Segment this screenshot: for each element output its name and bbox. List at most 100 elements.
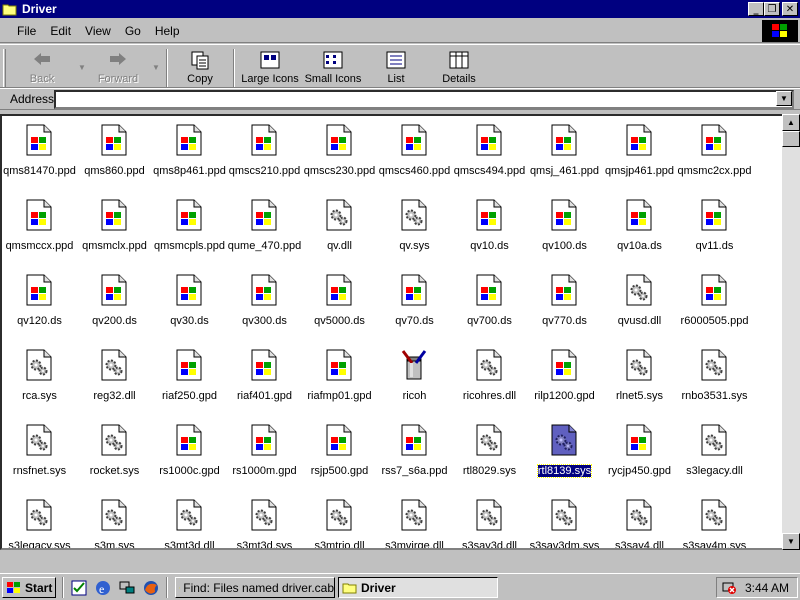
- file-item[interactable]: qume_470.ppd: [227, 199, 302, 269]
- file-item[interactable]: s3legacy.dll: [677, 424, 752, 494]
- file-item[interactable]: qv.dll: [302, 199, 377, 269]
- file-item[interactable]: qv200.ds: [77, 274, 152, 344]
- file-item[interactable]: qmscs494.ppd: [452, 124, 527, 194]
- file-item[interactable]: qmscs460.ppd: [377, 124, 452, 194]
- menu-help[interactable]: Help: [148, 24, 187, 38]
- file-item[interactable]: qv120.ds: [2, 274, 77, 344]
- file-item[interactable]: rsjp500.gpd: [302, 424, 377, 494]
- small-icons-button[interactable]: Small Icons: [302, 49, 364, 87]
- toolbar-grip[interactable]: [3, 49, 6, 87]
- task-find-files[interactable]: Find: Files named driver.cab: [175, 577, 335, 598]
- file-item[interactable]: qmsmcpls.ppd: [152, 199, 227, 269]
- menu-edit[interactable]: Edit: [43, 24, 78, 38]
- file-item[interactable]: qmscs230.ppd: [302, 124, 377, 194]
- file-item[interactable]: ricoh: [377, 349, 452, 419]
- back-button[interactable]: Back: [10, 49, 74, 87]
- close-button[interactable]: ✕: [782, 2, 798, 16]
- file-item[interactable]: rss7_s6a.ppd: [377, 424, 452, 494]
- file-item[interactable]: qv10a.ds: [602, 199, 677, 269]
- file-item[interactable]: rocket.sys: [77, 424, 152, 494]
- gear-file-icon: [551, 424, 577, 456]
- file-item[interactable]: s3sav4m.sys: [677, 499, 752, 548]
- file-item[interactable]: rilp1200.gpd: [527, 349, 602, 419]
- file-name: riaf250.gpd: [161, 390, 218, 402]
- network-status-icon[interactable]: [721, 581, 737, 595]
- firefox-icon[interactable]: [142, 579, 160, 597]
- file-item[interactable]: s3sav3d.dll: [452, 499, 527, 548]
- menu-file[interactable]: File: [10, 24, 43, 38]
- file-item[interactable]: rs1000m.gpd: [227, 424, 302, 494]
- scroll-thumb[interactable]: [782, 131, 800, 147]
- large-icons-button[interactable]: Large Icons: [238, 49, 302, 87]
- file-list-view[interactable]: qms81470.ppd qms860.ppd qms8p461.ppd qmscs2…: [0, 114, 782, 550]
- file-item[interactable]: rnsfnet.sys: [2, 424, 77, 494]
- file-item[interactable]: s3mvirge.dll: [377, 499, 452, 548]
- details-button[interactable]: Details: [428, 49, 490, 87]
- checklist-icon[interactable]: [70, 579, 88, 597]
- file-item[interactable]: rnbo3531.sys: [677, 349, 752, 419]
- network-icon[interactable]: [118, 579, 136, 597]
- start-button[interactable]: Start: [2, 577, 56, 598]
- file-item[interactable]: ricohres.dll: [452, 349, 527, 419]
- title-bar[interactable]: Driver _ ❐ ✕: [0, 0, 800, 18]
- file-item[interactable]: qv5000.ds: [302, 274, 377, 344]
- menu-go[interactable]: Go: [118, 24, 148, 38]
- copy-button[interactable]: Copy: [172, 49, 228, 87]
- file-item[interactable]: s3mt3d.sys: [227, 499, 302, 548]
- file-item[interactable]: reg32.dll: [77, 349, 152, 419]
- file-item[interactable]: rlnet5.sys: [602, 349, 677, 419]
- file-item[interactable]: qms81470.ppd: [2, 124, 77, 194]
- scroll-up-icon[interactable]: ▲: [782, 114, 800, 131]
- scroll-down-icon[interactable]: ▼: [782, 533, 800, 550]
- file-item[interactable]: qv700.ds: [452, 274, 527, 344]
- file-item[interactable]: rycjp450.gpd: [602, 424, 677, 494]
- maximize-button[interactable]: ❐: [764, 2, 780, 16]
- file-name: qv11.ds: [695, 240, 734, 252]
- vertical-scrollbar[interactable]: ▲ ▼: [782, 114, 800, 550]
- file-item[interactable]: qmsmc2cx.ppd: [677, 124, 752, 194]
- file-item[interactable]: s3sav3dm.sys: [527, 499, 602, 548]
- address-input[interactable]: [54, 90, 794, 109]
- file-item[interactable]: qmsjp461.ppd: [602, 124, 677, 194]
- file-item[interactable]: qmscs210.ppd: [227, 124, 302, 194]
- file-item[interactable]: qmsmccx.ppd: [2, 199, 77, 269]
- file-item[interactable]: s3m.sys: [77, 499, 152, 548]
- forward-dropdown-icon[interactable]: ▼: [152, 63, 160, 72]
- file-item[interactable]: riaf401.gpd: [227, 349, 302, 419]
- file-item[interactable]: qvusd.dll: [602, 274, 677, 344]
- back-dropdown-icon[interactable]: ▼: [78, 63, 86, 72]
- internet-explorer-icon[interactable]: e: [94, 579, 112, 597]
- menu-view[interactable]: View: [78, 24, 118, 38]
- file-item[interactable]: qv70.ds: [377, 274, 452, 344]
- file-item[interactable]: qv11.ds: [677, 199, 752, 269]
- file-item[interactable]: qv300.ds: [227, 274, 302, 344]
- file-item[interactable]: rtl8029.sys: [452, 424, 527, 494]
- file-item[interactable]: s3legacy.sys: [2, 499, 77, 548]
- file-item[interactable]: rca.sys: [2, 349, 77, 419]
- file-item[interactable]: qms860.ppd: [77, 124, 152, 194]
- file-item[interactable]: qv10.ds: [452, 199, 527, 269]
- file-item[interactable]: riaf250.gpd: [152, 349, 227, 419]
- file-item[interactable]: qv770.ds: [527, 274, 602, 344]
- list-button[interactable]: List: [366, 49, 426, 87]
- file-item[interactable]: s3mt3d.dll: [152, 499, 227, 548]
- file-item[interactable]: qmsj_461.ppd: [527, 124, 602, 194]
- file-item[interactable]: rs1000c.gpd: [152, 424, 227, 494]
- file-item[interactable]: r6000505.ppd: [677, 274, 752, 344]
- address-dropdown-icon[interactable]: ▼: [776, 91, 792, 106]
- windows-file-icon: [26, 124, 52, 156]
- file-item[interactable]: qv.sys: [377, 199, 452, 269]
- windows-file-icon: [251, 124, 277, 156]
- file-item[interactable]: rtl8139.sys: [527, 424, 602, 494]
- file-item[interactable]: riafmp01.gpd: [302, 349, 377, 419]
- file-item[interactable]: qms8p461.ppd: [152, 124, 227, 194]
- file-item[interactable]: qv30.ds: [152, 274, 227, 344]
- clock[interactable]: 3:44 AM: [745, 581, 789, 595]
- file-item[interactable]: s3mtrio.dll: [302, 499, 377, 548]
- file-item[interactable]: qv100.ds: [527, 199, 602, 269]
- task-driver[interactable]: Driver: [338, 577, 498, 598]
- file-item[interactable]: s3sav4.dll: [602, 499, 677, 548]
- file-item[interactable]: qmsmclx.ppd: [77, 199, 152, 269]
- forward-button[interactable]: Forward: [86, 49, 150, 87]
- minimize-button[interactable]: _: [748, 2, 764, 16]
